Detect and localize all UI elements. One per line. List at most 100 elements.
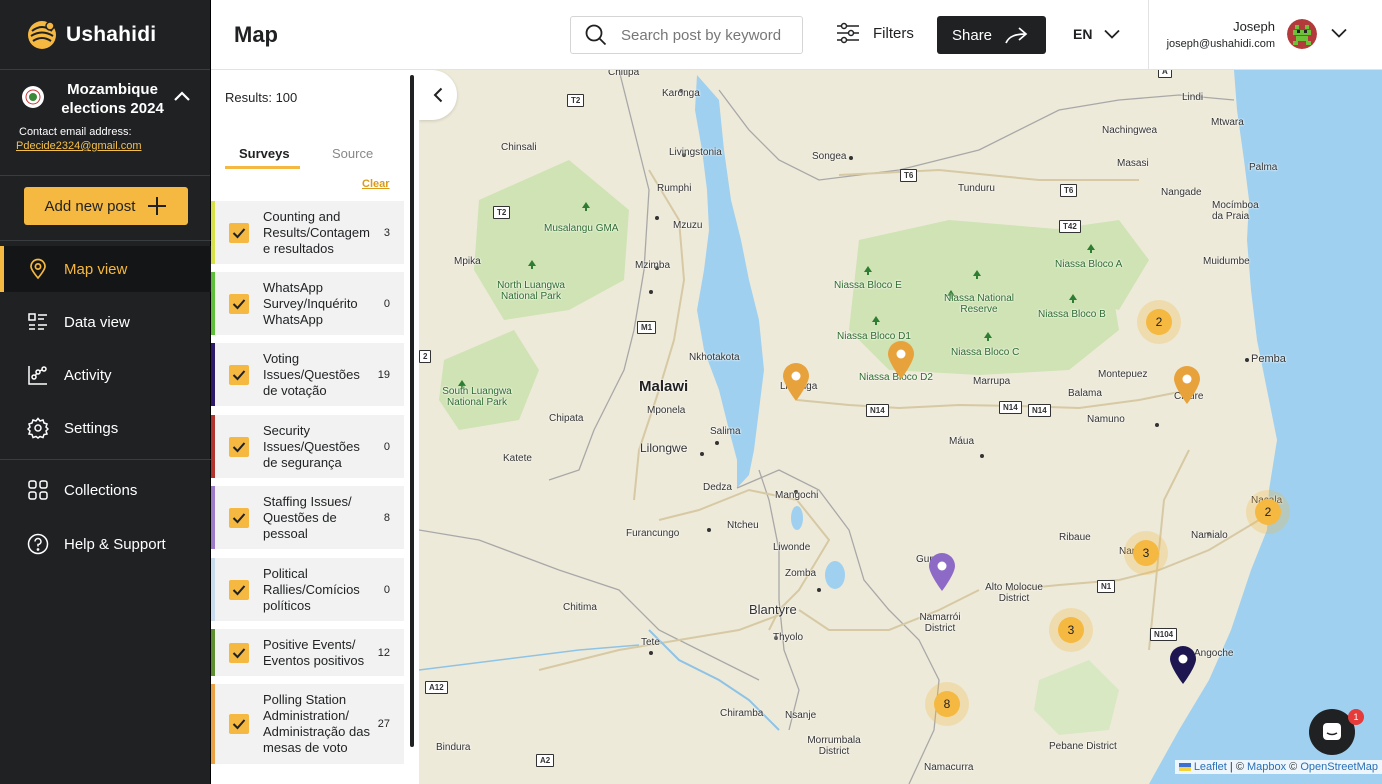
map-place-label: Nachingwea (1102, 125, 1158, 136)
tab-source[interactable]: Source (332, 146, 373, 161)
search-input[interactable] (621, 26, 791, 44)
survey-item[interactable]: Positive Events/ Eventos positivos 12 (211, 629, 404, 676)
survey-count: 0 (383, 440, 390, 453)
clear-link[interactable]: Clear (362, 178, 390, 190)
survey-checkbox[interactable] (229, 222, 249, 243)
survey-checkbox[interactable] (229, 714, 249, 734)
map-place-label: Lindi (1182, 92, 1204, 103)
contact-email-link[interactable]: Pdecide2324@gmail.com (16, 140, 194, 152)
help-icon (26, 532, 50, 556)
survey-item[interactable]: Counting and Results/Contagem e resultad… (211, 201, 404, 264)
nav-item-label: Map view (64, 260, 128, 278)
map-pin-marker[interactable] (1168, 645, 1198, 685)
map-pin-marker[interactable] (781, 362, 811, 402)
top-header: Map Filters Share EN Joseph joseph@ushah… (211, 0, 1382, 70)
survey-item[interactable]: Political Rallies/Comícios políticos 0 (211, 558, 404, 621)
avatar[interactable] (1287, 19, 1317, 49)
nav-item-activity[interactable]: Activity (0, 352, 211, 398)
check-icon (232, 369, 246, 380)
chat-icon (1323, 723, 1341, 740)
check-icon (232, 512, 246, 523)
map-place-label: Morrumbala District (807, 735, 861, 757)
nav-item-label: Collections (64, 481, 138, 499)
tab-surveys[interactable]: Surveys (239, 146, 290, 161)
map-pin-marker[interactable] (927, 552, 957, 592)
map-place-label: Salima (710, 426, 741, 437)
nav-item-label: Settings (64, 419, 119, 437)
map-place-label: Zomba (785, 568, 817, 579)
road-shield: T6 (1060, 184, 1078, 197)
brand-name: Ushahidi (66, 22, 157, 46)
map-place-label: Musalangu GMA (544, 223, 619, 234)
ukraine-flag-icon (1178, 763, 1191, 772)
cluster-count: 3 (1133, 540, 1159, 566)
survey-item[interactable]: Security Issues/Questões de segurança 0 (211, 415, 404, 478)
nav-item-data-view[interactable]: Data view (0, 299, 211, 345)
mapbox-link[interactable]: Mapbox (1247, 761, 1286, 773)
openstreetmap-link[interactable]: OpenStreetMap (1300, 761, 1378, 773)
add-new-post-button[interactable]: Add new post (24, 187, 188, 225)
map-place-label: Niassa Bloco A (1055, 259, 1123, 270)
leaflet-link[interactable]: Leaflet (1194, 761, 1227, 773)
deployment-name: Mozambique elections 2024 (61, 81, 164, 117)
user-menu[interactable]: Joseph joseph@ushahidi.com (1148, 0, 1382, 70)
map-place-label: Rumphi (657, 183, 692, 194)
map-place-label: Tete (641, 637, 660, 648)
road-shield: T6 (900, 169, 918, 182)
survey-label: Polling Station Administration/ Administ… (263, 692, 370, 755)
map-place-label: Muidumbe (1203, 256, 1250, 267)
road-shield: 2 (419, 350, 432, 363)
map-view[interactable]: Chitipa Karonga Chinsali Livingstonia Ru… (419, 70, 1382, 784)
share-button[interactable]: Share (937, 16, 1046, 54)
survey-checkbox[interactable] (229, 364, 249, 385)
language-selector[interactable]: EN (1073, 26, 1121, 42)
survey-item[interactable]: WhatsApp Survey/Inquérito WhatsApp 0 (211, 272, 404, 335)
survey-item[interactable]: Staffing Issues/ Questões de pessoal 8 (211, 486, 404, 549)
nav-item-map-view[interactable]: Map view (0, 246, 211, 292)
gear-icon (26, 416, 50, 440)
road-shield: N1 (1097, 580, 1116, 593)
filters-button[interactable]: Filters (836, 22, 914, 44)
chevron-down-icon[interactable] (1331, 28, 1347, 38)
nav-item-settings[interactable]: Settings (0, 405, 211, 451)
post-cluster[interactable]: 2 (1246, 490, 1290, 534)
map-place-label: Angoche (1194, 648, 1234, 659)
map-place-label: Mangochi (775, 490, 819, 501)
survey-checkbox[interactable] (229, 293, 249, 314)
ushahidi-logo-icon (28, 20, 56, 49)
map-pin-marker[interactable] (886, 340, 916, 380)
map-place-label: Namialo (1191, 530, 1228, 541)
survey-item[interactable]: Voting Issues/Questões de votação 19 (211, 343, 404, 406)
search-box[interactable] (570, 16, 803, 54)
survey-checkbox[interactable] (229, 579, 249, 600)
road-shield: T42 (1059, 220, 1081, 233)
filter-panel: Results: 100 Surveys Source Clear Counti… (211, 70, 419, 784)
map-place-label: Dedza (703, 482, 732, 493)
map-place-label: Namarrói District (919, 612, 961, 634)
post-cluster[interactable]: 8 (925, 682, 969, 726)
post-cluster[interactable]: 3 (1124, 531, 1168, 575)
panel-scrollbar[interactable] (410, 75, 414, 747)
road-shield: N14 (866, 404, 889, 417)
map-place-label: Livingstonia (669, 147, 722, 158)
map-place-label: Niassa Bloco B (1038, 309, 1106, 320)
survey-item[interactable]: Polling Station Administration/ Administ… (211, 684, 404, 764)
map-place-label: Mzimba (635, 260, 671, 271)
post-cluster[interactable]: 3 (1049, 608, 1093, 652)
brand[interactable]: Ushahidi (0, 0, 210, 70)
nav-item-help-support[interactable]: Help & Support (0, 521, 211, 567)
nav-item-collections[interactable]: Collections (0, 467, 211, 513)
grid-icon (26, 478, 50, 502)
road-shield: N14 (1028, 404, 1051, 417)
survey-checkbox[interactable] (229, 507, 249, 528)
survey-label: Security Issues/Questões de segurança (263, 422, 360, 470)
chevron-up-icon[interactable] (172, 88, 192, 104)
nav-item-label: Data view (64, 313, 130, 331)
survey-count: 8 (383, 511, 390, 524)
survey-checkbox[interactable] (229, 642, 249, 663)
check-icon (232, 441, 246, 452)
map-place-label: Bindura (436, 742, 471, 753)
map-pin-marker[interactable] (1172, 365, 1202, 405)
post-cluster[interactable]: 2 (1137, 300, 1181, 344)
survey-checkbox[interactable] (229, 436, 249, 457)
